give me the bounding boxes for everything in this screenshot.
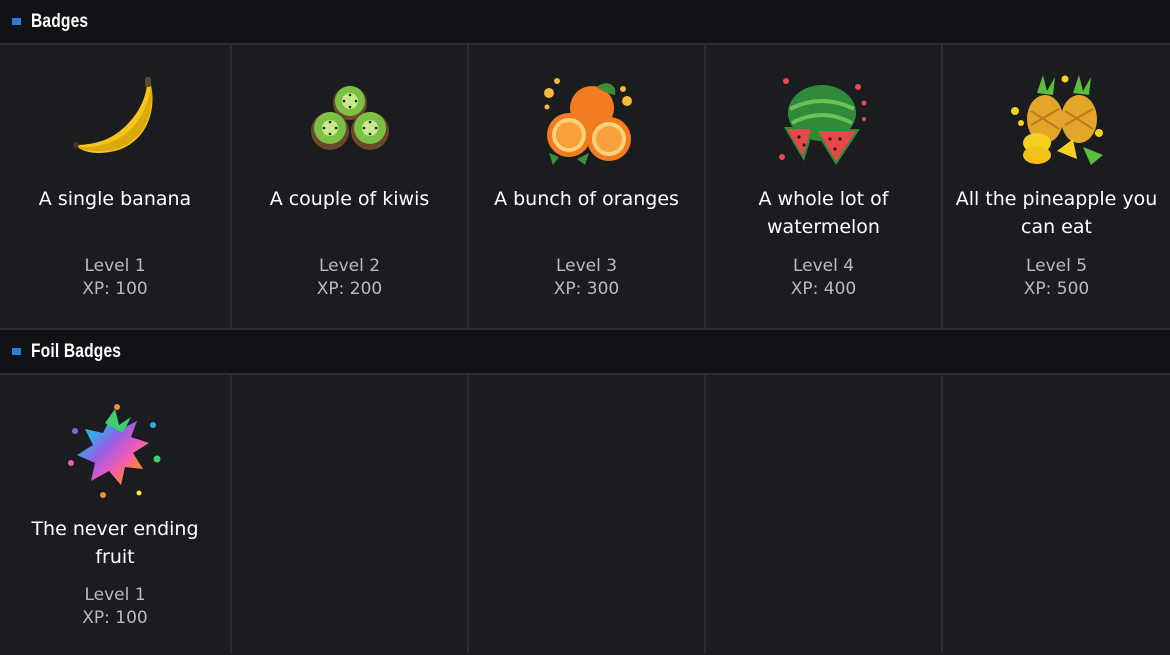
badge-level: Level 1 — [84, 256, 146, 276]
badge-xp: XP: 300 — [553, 279, 620, 299]
badge-card[interactable]: A bunch of oranges Level 3 XP: 300 — [469, 45, 706, 328]
empty-badge-slot — [943, 375, 1170, 653]
badge-xp: XP: 100 — [82, 279, 148, 299]
badge-card[interactable]: A whole lot of watermelon Level 4 XP: 40… — [706, 45, 943, 328]
badge-name: A whole lot of watermelon — [758, 188, 889, 238]
empty-badge-slot — [232, 375, 469, 653]
badge-name: The never ending fruit — [31, 518, 199, 568]
pineapple-icon — [1010, 75, 1103, 165]
badge-level: Level 1 — [84, 585, 146, 605]
badge-name: A bunch of oranges — [494, 188, 679, 210]
badges-section-header: Badges — [0, 0, 1170, 45]
banana-icon — [73, 77, 153, 153]
badge-level: Level 5 — [1025, 256, 1088, 276]
section-marker — [12, 18, 21, 25]
badge-xp: XP: 500 — [1023, 279, 1090, 299]
badge-level: Level 3 — [555, 256, 618, 276]
empty-badge-slot — [706, 375, 943, 653]
foil-badges-grid: The never ending fruit Level 1 XP: 100 — [0, 375, 1170, 653]
badge-name: A couple of kiwis — [269, 188, 430, 210]
empty-badge-slot — [469, 375, 706, 653]
foil-badges-section-header: Foil Badges — [0, 330, 1170, 375]
foil-badge-card[interactable]: The never ending fruit Level 1 XP: 100 — [0, 375, 232, 653]
badge-xp: XP: 200 — [316, 279, 383, 299]
badge-xp: XP: 100 — [82, 608, 148, 628]
badge-name: All the pineapple you can eat — [955, 188, 1158, 238]
watermelon-icon — [778, 78, 866, 165]
badge-xp: XP: 400 — [790, 279, 857, 299]
badge-level: Level 4 — [792, 256, 855, 276]
rainbow-fruit-icon — [68, 404, 161, 498]
badge-card[interactable]: A single banana Level 1 XP: 100 — [0, 45, 232, 328]
badge-card[interactable]: A couple of kiwis Level 2 XP: 200 — [232, 45, 469, 328]
section-title: Badges — [31, 10, 89, 32]
badge-level: Level 2 — [318, 256, 381, 276]
section-title: Foil Badges — [31, 340, 122, 362]
section-marker — [12, 348, 21, 355]
badges-grid: A single banana Level 1 XP: 100 A couple… — [0, 45, 1170, 330]
badge-card[interactable]: All the pineapple you can eat Level 5 XP… — [943, 45, 1170, 328]
kiwi-icon — [310, 86, 389, 150]
orange-icon — [543, 78, 632, 165]
badge-name: A single banana — [38, 188, 192, 210]
